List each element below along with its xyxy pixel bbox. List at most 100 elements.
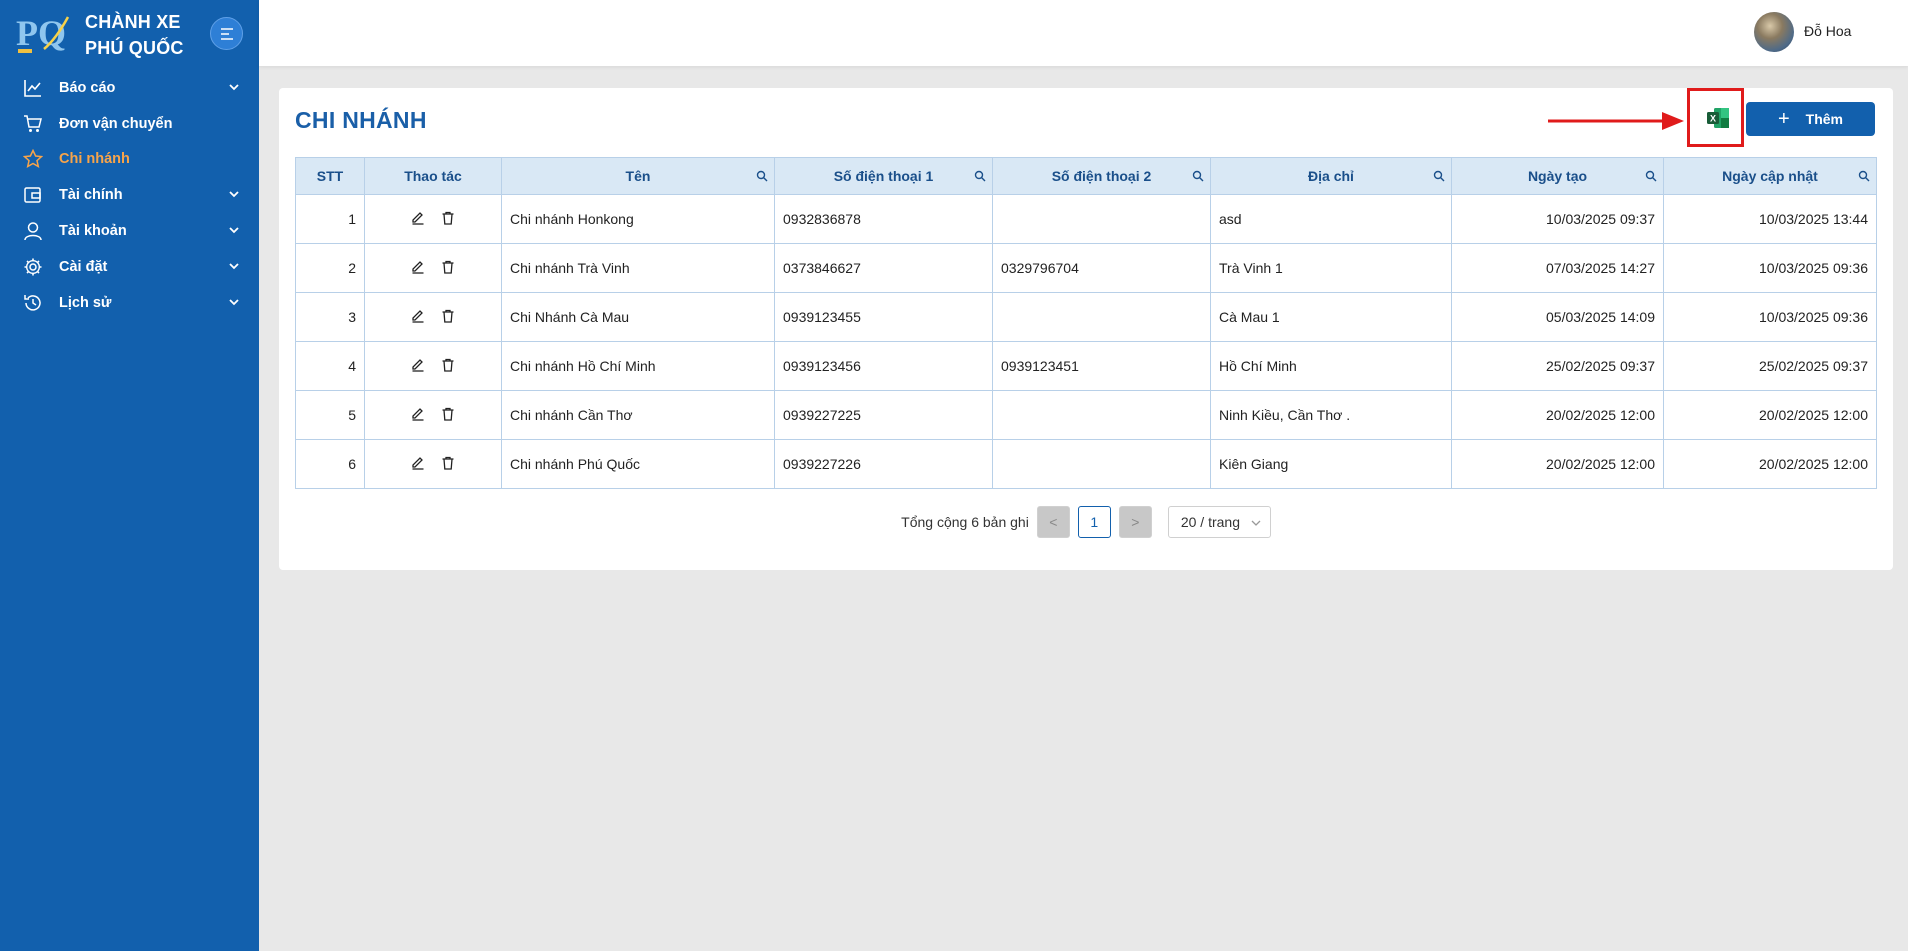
col-header-label: Số điện thoại 2	[1051, 168, 1152, 184]
cell-stt: 4	[295, 341, 365, 391]
cell-ten: Chi nhánh Phú Quốc	[501, 439, 775, 489]
page-button-current[interactable]: 1	[1077, 506, 1111, 538]
search-icon[interactable]	[1192, 170, 1204, 182]
sidebar-item-tai-khoan[interactable]: Tài khoản	[0, 213, 259, 249]
search-icon[interactable]	[1858, 170, 1870, 182]
edit-icon[interactable]	[410, 357, 426, 373]
search-icon[interactable]	[1433, 170, 1445, 182]
cell-sdt2	[992, 194, 1211, 244]
chart-line-icon	[22, 77, 44, 99]
search-icon[interactable]	[1645, 170, 1657, 182]
col-header-sdt1[interactable]: Số điện thoại 1	[774, 157, 993, 195]
table-row[interactable]: 1 Chi nhánh Honkong 0932836878 asd 10/03/202…	[295, 194, 1877, 244]
page-title: CHI NHÁNH	[295, 107, 427, 133]
sidebar-item-label: Tài khoản	[59, 223, 127, 240]
chevron-down-icon	[229, 84, 239, 91]
cell-ten: Chi nhánh Honkong	[501, 194, 775, 244]
sidebar-item-chi-nhanh[interactable]: Chi nhánh	[0, 142, 259, 178]
sidebar-item-tai-chinh[interactable]: Tài chính	[0, 177, 259, 213]
next-page-button[interactable]: >	[1118, 506, 1152, 538]
sidebar-item-label: Báo cáo	[59, 79, 116, 96]
excel-export-icon[interactable]: X	[1707, 108, 1729, 128]
cell-stt: 6	[295, 439, 365, 489]
col-header-sdt2[interactable]: Số điện thoại 2	[992, 157, 1211, 195]
search-icon[interactable]	[756, 170, 768, 182]
trash-icon[interactable]	[440, 308, 456, 324]
cell-dia-chi: Trà Vinh 1	[1210, 243, 1452, 293]
cell-ngay-cap-nhat: 10/03/2025 09:36	[1663, 243, 1877, 293]
col-header-ten[interactable]: Tên	[501, 157, 775, 195]
cell-dia-chi: Hồ Chí Minh	[1210, 341, 1452, 391]
brand-line-2: PHÚ QUỐC	[85, 38, 184, 58]
user-name[interactable]: Đỗ Hoa	[1804, 23, 1851, 39]
table-row[interactable]: 5 Chi nhánh Cần Thơ 0939227225 Ninh Kiều, C…	[295, 390, 1877, 440]
col-header-label: Địa chỉ	[1308, 168, 1354, 184]
sidebar-item-label: Lịch sử	[59, 294, 112, 311]
star-icon	[22, 148, 44, 170]
edit-icon[interactable]	[410, 210, 426, 226]
cell-stt: 5	[295, 390, 365, 440]
avatar[interactable]	[1754, 12, 1794, 52]
table-header-row: STT Thao tác Tên Số điện thoại 1 Số điện…	[295, 157, 1877, 195]
cell-ngay-cap-nhat: 20/02/2025 12:00	[1663, 439, 1877, 489]
menu-toggle-button[interactable]	[210, 17, 243, 50]
cell-sdt2	[992, 292, 1211, 342]
col-header-thao-tac: Thao tác	[364, 157, 502, 195]
trash-icon[interactable]	[440, 259, 456, 275]
col-header-label: Ngày cập nhật	[1722, 168, 1818, 184]
prev-page-button[interactable]: <	[1036, 506, 1070, 538]
add-button[interactable]: + Thêm	[1746, 102, 1875, 136]
cell-ngay-cap-nhat: 10/03/2025 13:44	[1663, 194, 1877, 244]
table-body: 1 Chi nhánh Honkong 0932836878 asd 10/03/202…	[295, 194, 1877, 489]
pagination: Tổng cộng 6 bản ghi < 1 > 20 / trang	[279, 506, 1893, 538]
cell-ten: Chi Nhánh Cà Mau	[501, 292, 775, 342]
chevron-down-icon	[229, 263, 239, 270]
edit-icon[interactable]	[410, 308, 426, 324]
cell-ngay-tao: 20/02/2025 12:00	[1451, 439, 1664, 489]
sidebar-item-bao-cao[interactable]: Báo cáo	[0, 70, 259, 106]
col-header-dia-chi[interactable]: Địa chỉ	[1210, 157, 1452, 195]
sidebar-item-don-van-chuyen[interactable]: Đơn vận chuyển	[0, 106, 259, 142]
col-header-ngay-tao[interactable]: Ngày tạo	[1451, 157, 1664, 195]
edit-icon[interactable]	[410, 406, 426, 422]
cell-sdt1: 0373846627	[774, 243, 993, 293]
table-row[interactable]: 4 Chi nhánh Hồ Chí Minh 0939123456 09391234…	[295, 341, 1877, 391]
cell-ngay-tao: 05/03/2025 14:09	[1451, 292, 1664, 342]
sidebar-item-lich-su[interactable]: Lịch sử	[0, 285, 259, 321]
history-icon	[22, 292, 44, 314]
annotation-arrow	[1548, 112, 1684, 130]
cell-sdt1: 0939227226	[774, 439, 993, 489]
chevron-down-icon	[229, 299, 239, 306]
search-icon[interactable]	[974, 170, 986, 182]
cell-sdt1: 0932836878	[774, 194, 993, 244]
brand-name: CHÀNH XE PHÚ QUỐC	[85, 9, 184, 61]
col-header-ngay-cap-nhat[interactable]: Ngày cập nhật	[1663, 157, 1877, 195]
cell-ngay-tao: 10/03/2025 09:37	[1451, 194, 1664, 244]
page-size-value: 20 / trang	[1180, 514, 1240, 530]
menu-collapse-icon	[220, 27, 233, 40]
edit-icon[interactable]	[410, 455, 426, 471]
cell-stt: 3	[295, 292, 365, 342]
page-size-select[interactable]: 20 / trang	[1167, 506, 1271, 538]
cell-actions	[364, 194, 502, 244]
sidebar-item-cai-dat[interactable]: Cài đặt	[0, 249, 259, 285]
top-header: Đỗ Hoa	[259, 0, 1908, 66]
user-icon	[22, 220, 44, 242]
trash-icon[interactable]	[440, 406, 456, 422]
edit-icon[interactable]	[410, 259, 426, 275]
sidebar-item-label: Cài đặt	[59, 258, 108, 275]
branch-table: STT Thao tác Tên Số điện thoại 1 Số điện…	[295, 157, 1877, 489]
cell-dia-chi: asd	[1210, 194, 1452, 244]
cell-dia-chi: Kiên Giang	[1210, 439, 1452, 489]
cell-actions	[364, 341, 502, 391]
trash-icon[interactable]	[440, 455, 456, 471]
trash-icon[interactable]	[440, 357, 456, 373]
logo: PQ	[14, 9, 70, 57]
table-row[interactable]: 2 Chi nhánh Trà Vinh 0373846627 0329796704 T…	[295, 243, 1877, 293]
trash-icon[interactable]	[440, 210, 456, 226]
highlight-box: X	[1687, 88, 1744, 147]
cell-ten: Chi nhánh Cần Thơ	[501, 390, 775, 440]
table-row[interactable]: 6 Chi nhánh Phú Quốc 0939227226 Kiên Giang 2…	[295, 439, 1877, 489]
table-row[interactable]: 3 Chi Nhánh Cà Mau 0939123455 Cà Mau 1 05/03…	[295, 292, 1877, 342]
sidebar-nav: Báo cáo Đơn vận chuyển Chi nhánh Tài chí…	[0, 70, 259, 321]
